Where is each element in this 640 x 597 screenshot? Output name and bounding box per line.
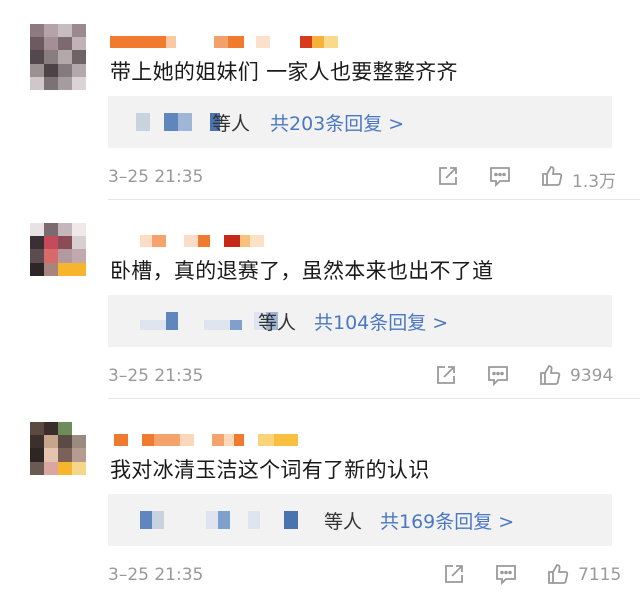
reply-count-link[interactable]: 共104条回复 > [314,308,448,335]
like-count: 1.3万 [572,172,617,192]
like-count: 9394 [570,366,614,386]
username[interactable] [110,235,350,247]
divider [108,199,640,200]
avatar[interactable] [30,24,86,90]
timestamp: 3–25 21:35 [108,565,204,585]
reply-count-link[interactable]: 共203条回复 > [270,109,404,136]
timestamp: 3–25 21:35 [108,167,204,187]
reply-others-label: 等人 [212,113,251,135]
thumbs-up-icon[interactable] [538,363,562,387]
reply-others-label: 等人 [258,312,297,334]
divider [108,398,640,399]
share-icon[interactable] [436,164,460,188]
thumbs-up-icon[interactable] [546,562,570,586]
replies-preview[interactable]: 等人 共104条回复 > [108,295,612,347]
comment-item: 我对冰清玉洁这个词有了新的认识 等人 共169条回复 > 3–25 21:35 … [0,398,640,597]
replies-preview[interactable]: 等人 共203条回复 > [108,96,612,148]
username[interactable] [110,36,350,48]
avatar[interactable] [30,223,86,289]
avatar[interactable] [30,422,86,488]
comment-text: 带上她的姐妹们 一家人也要整整齐齐 [110,60,458,84]
reply-users [130,312,330,330]
reply-others-label: 等人 [324,511,363,533]
replies-preview[interactable]: 等人 共169条回复 > [108,494,612,546]
comment-icon[interactable] [494,562,518,586]
like-count: 7115 [578,565,622,585]
share-icon[interactable] [442,562,466,586]
comment-text: 我对冰清玉洁这个词有了新的认识 [110,458,430,482]
share-icon[interactable] [434,363,458,387]
thumbs-up-icon[interactable] [540,164,564,188]
comment-item: 卧槽，真的退赛了，虽然本来也出不了道 等人 共104条回复 > 3–25 21:… [0,199,640,398]
username[interactable] [110,434,350,446]
comment-text: 卧槽，真的退赛了，虽然本来也出不了道 [110,259,494,283]
comment-item: 带上她的姐妹们 一家人也要整整齐齐 等人 共203条回复 > 3–25 21:3… [0,0,640,199]
reply-count-link[interactable]: 共169条回复 > [380,507,514,534]
comment-icon[interactable] [486,363,510,387]
reply-users [130,511,330,529]
timestamp: 3–25 21:35 [108,366,204,386]
comment-icon[interactable] [488,164,512,188]
